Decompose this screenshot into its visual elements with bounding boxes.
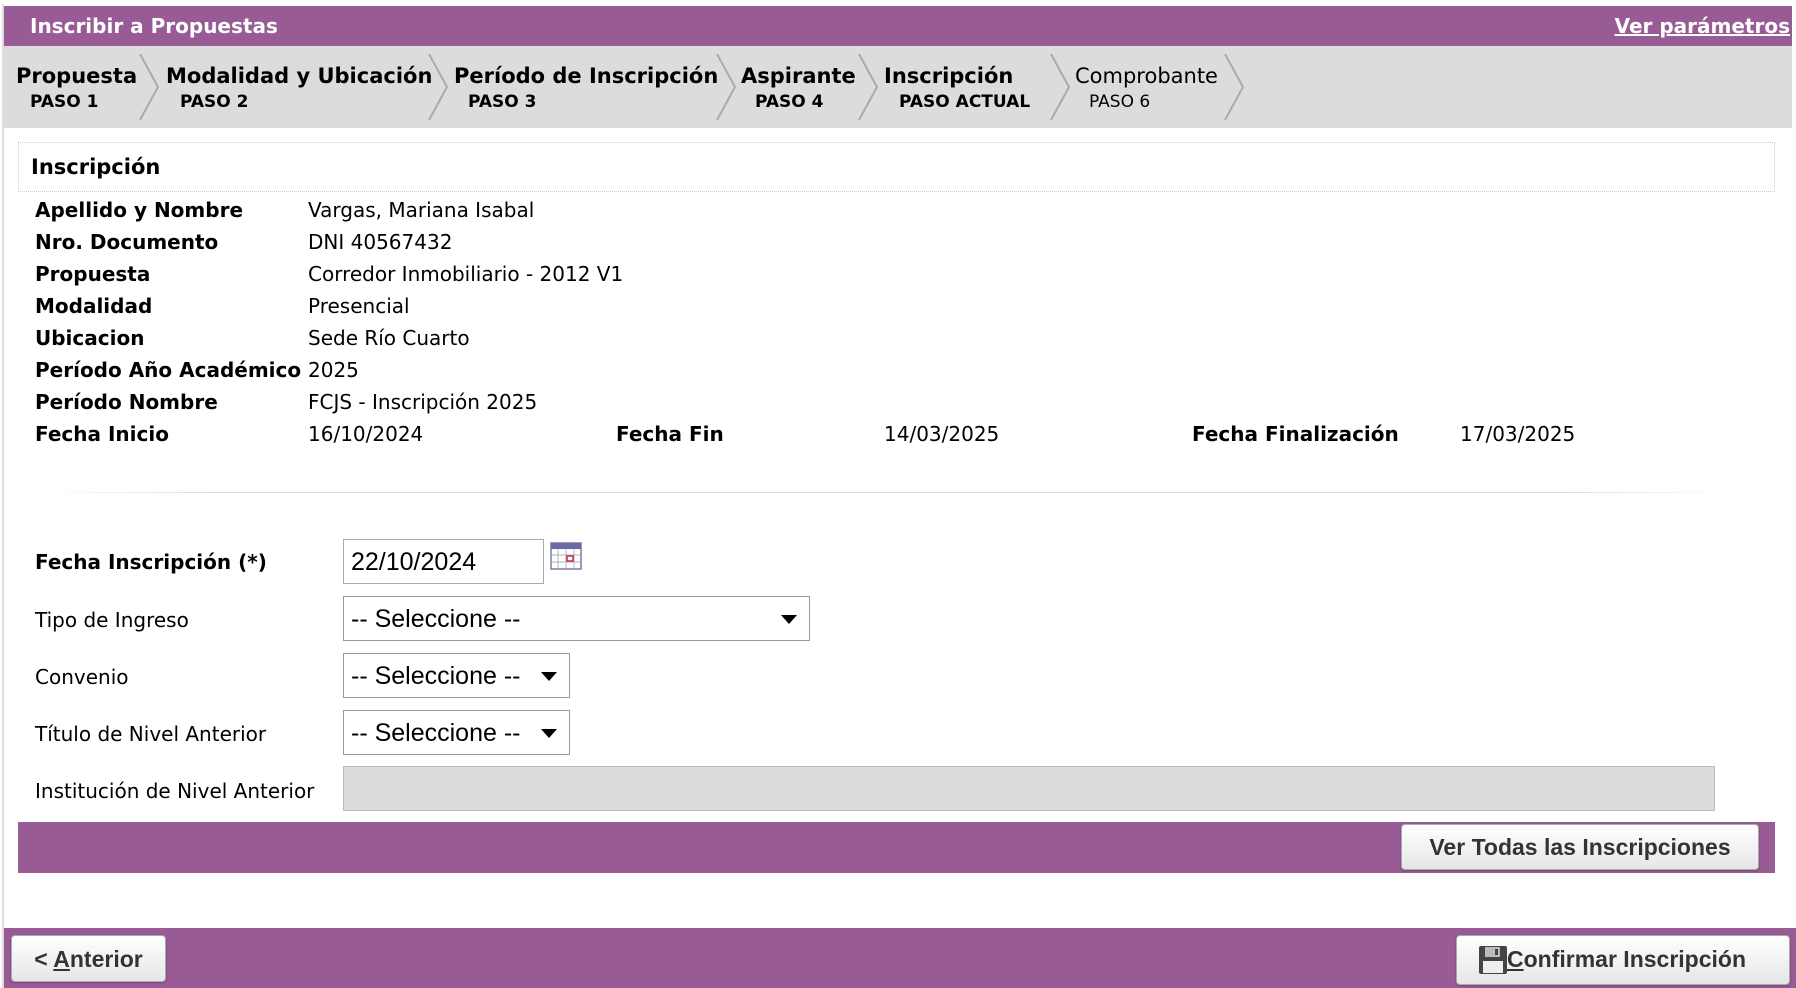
wizard-steps: Propuesta PASO 1 Modalidad y Ubicación P… bbox=[4, 46, 1792, 128]
fecha-inscripcion-input[interactable]: 22/10/2024 bbox=[343, 539, 544, 584]
info-value: Presencial bbox=[308, 294, 410, 318]
info-label: Fecha Inicio bbox=[35, 422, 169, 446]
anterior-button[interactable]: < Anterior bbox=[11, 935, 166, 982]
selected-value: -- Seleccione -- bbox=[351, 719, 521, 747]
step-modalidad[interactable]: Modalidad y Ubicación PASO 2 bbox=[166, 54, 449, 120]
confirmar-rest: onfirmar Inscripción bbox=[1523, 946, 1746, 972]
step-sub: PASO 1 bbox=[30, 92, 99, 112]
confirmar-accel: C bbox=[1507, 946, 1524, 972]
step-inscripcion-current: Inscripción PASO ACTUAL bbox=[884, 54, 1071, 120]
info-value: FCJS - Inscripción 2025 bbox=[308, 390, 538, 414]
step-title: Aspirante bbox=[741, 64, 856, 88]
info-value: Vargas, Mariana Isabal bbox=[308, 198, 535, 222]
fecha-inscripcion-label: Fecha Inscripción (*) bbox=[35, 550, 267, 574]
step-sub: PASO 3 bbox=[468, 92, 537, 112]
step-title: Comprobante bbox=[1075, 64, 1218, 88]
info-label: Fecha Finalización bbox=[1192, 422, 1399, 446]
tipo-ingreso-label: Tipo de Ingreso bbox=[35, 608, 189, 632]
titulo-anterior-label: Título de Nivel Anterior bbox=[35, 722, 267, 746]
info-label: Fecha Fin bbox=[616, 422, 724, 446]
info-label: Modalidad bbox=[35, 294, 153, 318]
step-aspirante[interactable]: Aspirante PASO 4 bbox=[741, 54, 881, 120]
info-value: 17/03/2025 bbox=[1460, 422, 1576, 446]
ver-todas-inscripciones-button[interactable]: Ver Todas las Inscripciones bbox=[1401, 824, 1759, 870]
calendar-icon[interactable] bbox=[550, 542, 582, 570]
anterior-prefix: < bbox=[34, 946, 54, 972]
step-sub: PASO 2 bbox=[180, 92, 249, 112]
step-comprobante: Comprobante PASO 6 bbox=[1075, 54, 1245, 120]
chevron-right-icon bbox=[716, 54, 737, 120]
info-label: Período Año Académico bbox=[35, 358, 302, 382]
convenio-select[interactable]: -- Seleccione -- bbox=[343, 653, 570, 698]
tipo-ingreso-select[interactable]: -- Seleccione -- bbox=[343, 596, 810, 641]
info-label: Propuesta bbox=[35, 262, 151, 286]
anterior-accel: A bbox=[53, 946, 70, 972]
institucion-anterior-input bbox=[343, 766, 1715, 811]
caret-down-icon bbox=[541, 672, 557, 681]
panel-title: Inscripción bbox=[31, 155, 161, 179]
selected-value: -- Seleccione -- bbox=[351, 662, 521, 690]
info-value: 16/10/2024 bbox=[308, 422, 424, 446]
step-title: Inscripción bbox=[884, 64, 1014, 88]
inscripcion-panel-header: Inscripción bbox=[18, 142, 1775, 192]
chevron-right-icon bbox=[139, 54, 160, 120]
chevron-right-icon bbox=[1224, 54, 1245, 120]
step-periodo[interactable]: Período de Inscripción PASO 3 bbox=[452, 54, 742, 120]
chevron-right-icon bbox=[428, 54, 449, 120]
titulo-anterior-select[interactable]: -- Seleccione -- bbox=[343, 710, 570, 755]
confirmar-inscripcion-button[interactable]: Confirmar Inscripción bbox=[1456, 935, 1790, 985]
title-bar: Inscribir a Propuestas Ver parámetros bbox=[4, 6, 1792, 46]
caret-down-icon bbox=[781, 615, 797, 624]
save-icon bbox=[1479, 946, 1507, 974]
info-value: 2025 bbox=[308, 358, 359, 382]
step-title: Modalidad y Ubicación bbox=[166, 64, 433, 88]
info-label: Período Nombre bbox=[35, 390, 218, 414]
info-value: DNI 40567432 bbox=[308, 230, 453, 254]
info-label: Nro. Documento bbox=[35, 230, 219, 254]
caret-down-icon bbox=[541, 729, 557, 738]
chevron-right-icon bbox=[858, 54, 879, 120]
step-sub: PASO 4 bbox=[755, 92, 824, 112]
info-value: 14/03/2025 bbox=[884, 422, 1000, 446]
chevron-right-icon bbox=[1050, 54, 1071, 120]
anterior-rest: nterior bbox=[69, 946, 143, 972]
step-sub: PASO ACTUAL bbox=[899, 92, 1031, 112]
page-title: Inscribir a Propuestas bbox=[30, 14, 278, 38]
info-label: Apellido y Nombre bbox=[35, 198, 244, 222]
step-title: Período de Inscripción bbox=[454, 64, 719, 88]
step-sub: PASO 6 bbox=[1089, 92, 1151, 112]
section-divider bbox=[40, 492, 1730, 493]
info-value: Sede Río Cuarto bbox=[308, 326, 470, 350]
step-title: Propuesta bbox=[16, 64, 138, 88]
selected-value: -- Seleccione -- bbox=[351, 605, 521, 633]
ver-parametros-link[interactable]: Ver parámetros bbox=[1615, 14, 1790, 38]
info-value: Corredor Inmobiliario - 2012 V1 bbox=[308, 262, 624, 286]
convenio-label: Convenio bbox=[35, 665, 129, 689]
institucion-anterior-label: Institución de Nivel Anterior bbox=[35, 779, 315, 803]
step-propuesta[interactable]: Propuesta PASO 1 bbox=[14, 54, 160, 120]
info-label: Ubicacion bbox=[35, 326, 145, 350]
